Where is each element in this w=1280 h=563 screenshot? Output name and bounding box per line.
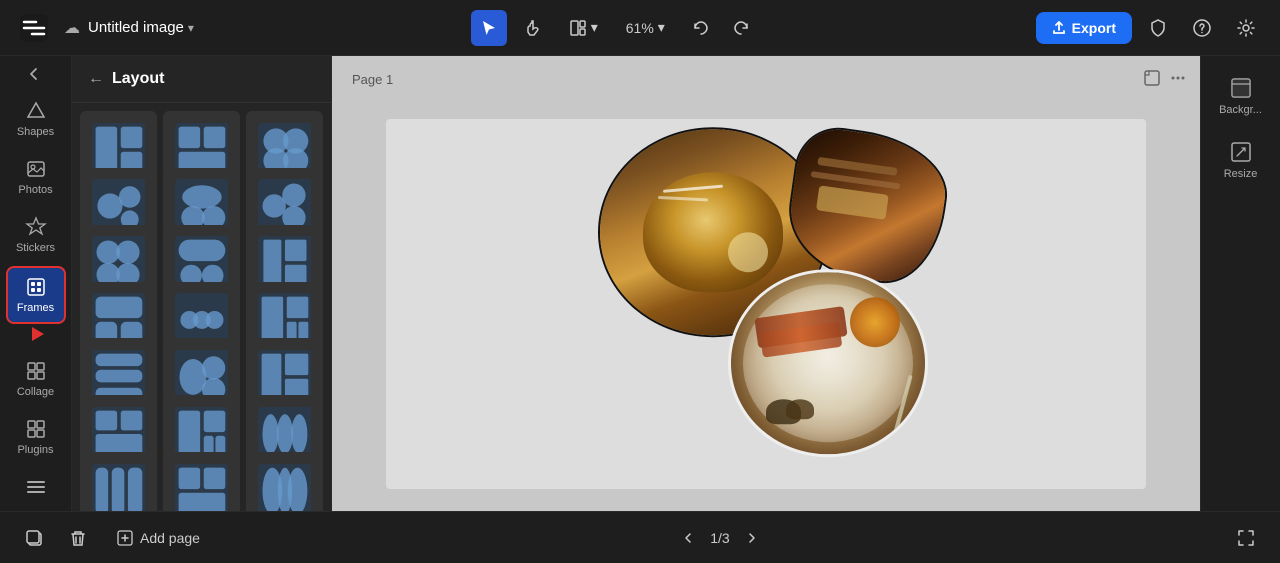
page-indicator: 1/3 xyxy=(710,530,729,546)
food-collage xyxy=(598,127,998,467)
collage-icon xyxy=(25,360,47,382)
sidebar-item-frames[interactable]: Frames xyxy=(6,266,66,324)
title-area[interactable]: ☁ Untitled image ▾ xyxy=(64,18,194,38)
canvas-frame[interactable] xyxy=(386,119,1146,489)
bottom-right xyxy=(1228,520,1264,556)
hand-tool-button[interactable] xyxy=(515,10,551,46)
fullscreen-button[interactable] xyxy=(1228,520,1264,556)
topbar-left: ☁ Untitled image ▾ xyxy=(16,10,194,46)
photos-icon xyxy=(25,158,47,180)
help-icon-button[interactable] xyxy=(1184,10,1220,46)
frame-thumb-20[interactable] xyxy=(163,452,240,511)
undo-button[interactable] xyxy=(683,10,719,46)
bottom-left: Add page xyxy=(16,520,212,556)
shapes-icon xyxy=(25,100,47,122)
sidebar-shapes-label: Shapes xyxy=(17,126,54,138)
frame-thumb-19[interactable] xyxy=(80,452,157,511)
stickers-icon xyxy=(25,216,47,238)
more-icon xyxy=(25,476,47,498)
frame-thumbnails-grid xyxy=(72,103,331,511)
main-area: Shapes Photos Stickers Fra xyxy=(0,56,1280,511)
frames-arrow-indicator xyxy=(24,324,48,344)
select-tool-button[interactable] xyxy=(471,10,507,46)
layout-button[interactable]: ▾ xyxy=(559,13,608,43)
canvas-content xyxy=(332,56,1200,511)
export-button[interactable]: Export xyxy=(1036,12,1132,44)
sidebar-item-shapes[interactable]: Shapes xyxy=(6,92,66,146)
topbar-right: Export xyxy=(1036,10,1264,46)
export-label: Export xyxy=(1072,20,1116,36)
document-title: Untitled image xyxy=(88,19,184,36)
zoom-chevron-icon: ▾ xyxy=(658,19,665,36)
sidebar-item-photos[interactable]: Photos xyxy=(6,150,66,204)
zoom-button[interactable]: 61% ▾ xyxy=(616,13,675,42)
bottom-bar: Add page 1/3 xyxy=(0,511,1280,563)
sidebar-stickers-label: Stickers xyxy=(16,242,55,254)
plugins-icon xyxy=(25,418,47,440)
undo-redo-group xyxy=(683,10,759,46)
duplicate-page-button[interactable] xyxy=(16,520,52,556)
sidebar-collage-label: Collage xyxy=(17,386,54,398)
redo-button[interactable] xyxy=(723,10,759,46)
background-icon xyxy=(1229,76,1253,100)
panel-back-button[interactable]: ← xyxy=(88,70,104,88)
topbar: ☁ Untitled image ▾ ▾ 6 xyxy=(0,0,1280,56)
canvas-area: Page 1 xyxy=(332,56,1200,511)
frame-thumb-21[interactable] xyxy=(246,452,323,511)
current-page: 1 xyxy=(710,530,718,546)
settings-icon-button[interactable] xyxy=(1228,10,1264,46)
prev-page-button[interactable] xyxy=(674,524,702,552)
layout-panel: ← Layout xyxy=(72,56,332,511)
panel-title: Layout xyxy=(112,70,164,88)
left-sidebar: Shapes Photos Stickers Fra xyxy=(0,56,72,511)
delete-page-button[interactable] xyxy=(60,520,96,556)
sidebar-item-stickers[interactable]: Stickers xyxy=(6,208,66,262)
shield-icon-button[interactable] xyxy=(1140,10,1176,46)
bottom-center: 1/3 xyxy=(674,524,765,552)
next-page-button[interactable] xyxy=(738,524,766,552)
zoom-level: 61% xyxy=(626,20,654,36)
menu-expand-icon xyxy=(26,64,46,84)
background-label: Backgr... xyxy=(1219,104,1262,116)
save-cloud-icon: ☁ xyxy=(64,18,80,38)
sidebar-item-more[interactable] xyxy=(6,468,66,506)
sidebar-plugins-label: Plugins xyxy=(17,444,53,456)
sidebar-item-plugins[interactable]: Plugins xyxy=(6,410,66,464)
right-panel-background[interactable]: Backgr... xyxy=(1207,68,1275,124)
resize-label: Resize xyxy=(1224,168,1258,180)
topbar-center: ▾ 61% ▾ xyxy=(471,10,759,46)
resize-icon xyxy=(1229,140,1253,164)
layout-button-chevron: ▾ xyxy=(591,19,598,36)
total-pages: 3 xyxy=(722,530,730,546)
sidebar-photos-label: Photos xyxy=(18,184,52,196)
right-panel-resize[interactable]: Resize xyxy=(1207,132,1275,188)
add-page-label: Add page xyxy=(140,530,200,546)
right-panel: Backgr... Resize xyxy=(1200,56,1280,511)
panel-header: ← Layout xyxy=(72,56,331,103)
add-page-button[interactable]: Add page xyxy=(104,523,212,553)
frames-icon xyxy=(25,276,47,298)
logo[interactable] xyxy=(16,10,52,46)
title-chevron-icon: ▾ xyxy=(188,21,194,35)
sidebar-frames-label: Frames xyxy=(17,302,54,314)
sidebar-item-collage[interactable]: Collage xyxy=(6,352,66,406)
